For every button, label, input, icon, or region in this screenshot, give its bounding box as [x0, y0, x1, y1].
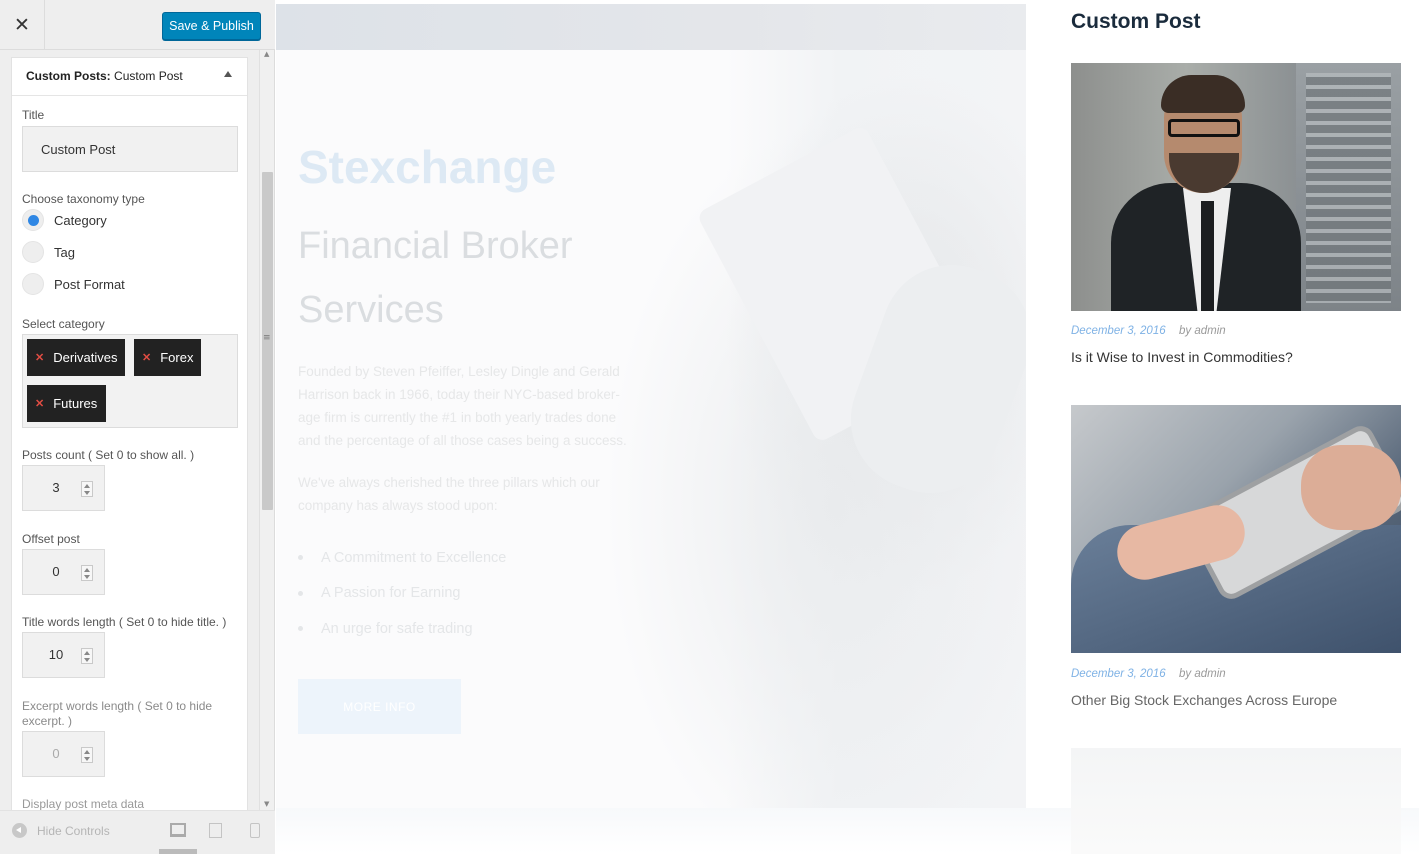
post-author[interactable]: by admin [1179, 668, 1226, 680]
radio-label: Post Format [54, 276, 125, 292]
excerpt-words-stepper[interactable]: 0 [22, 731, 105, 777]
hero-section: Stexchange Financial Broker Services Fou… [276, 4, 1026, 808]
desktop-preview-icon[interactable] [170, 823, 186, 837]
spin-arrows-icon[interactable] [81, 565, 93, 581]
remove-chip-icon[interactable]: ✕ [142, 351, 151, 364]
spin-arrows-icon[interactable] [81, 481, 93, 497]
taxonomy-label: Choose taxonomy type [22, 192, 145, 206]
tablet-preview-icon[interactable] [209, 823, 222, 838]
save-publish-button[interactable]: Save & Publish [162, 12, 261, 40]
title-words-stepper[interactable]: 10 [22, 632, 105, 678]
post-author[interactable]: by admin [1179, 325, 1226, 337]
hero-paragraph: Founded by Steven Pfeiffer, Lesley Dingl… [298, 364, 627, 448]
radio-label: Category [54, 212, 107, 228]
post-thumbnail[interactable] [1071, 63, 1401, 311]
radio-checked-icon[interactable] [22, 209, 44, 231]
pillars-list: A Commitment to Excellence A Passion for… [298, 540, 506, 647]
radio-unchecked-icon[interactable] [22, 241, 44, 263]
category-chip: ✕ Futures [27, 385, 106, 422]
category-chip: ✕ Derivatives [27, 339, 125, 376]
list-item: A Commitment to Excellence [298, 540, 506, 576]
scroll-down-icon[interactable]: ▼ [264, 800, 269, 808]
hide-controls-button[interactable]: Hide Controls [12, 823, 110, 838]
chip-label: Forex [160, 350, 194, 365]
stepper-value: 10 [48, 647, 64, 662]
scroll-grip-icon: ≡ [263, 333, 271, 343]
more-info-button[interactable]: MORE INFO [298, 679, 461, 734]
category-select[interactable]: ✕ Derivatives ✕ Forex ✕ Futures [22, 334, 238, 428]
posts-count-stepper[interactable]: 3 [22, 465, 105, 511]
category-chip: ✕ Forex [134, 339, 201, 376]
mobile-preview-icon[interactable] [250, 823, 260, 838]
title-label: Title [22, 108, 45, 122]
customizer-footer: Hide Controls [0, 810, 275, 854]
stepper-value: 0 [52, 564, 60, 579]
hero-heading: Financial Broker Services [298, 225, 573, 331]
post-thumbnail-faded[interactable] [1071, 748, 1401, 854]
category-label: Select category [22, 317, 105, 331]
offset-stepper[interactable]: 0 [22, 549, 105, 595]
post-title-link[interactable]: Other Big Stock Exchanges Across Europe [1071, 692, 1337, 708]
radio-category[interactable]: Category [22, 209, 107, 231]
posts-count-label: Posts count ( Set 0 to show all. ) [22, 448, 195, 462]
collapse-circle-icon [12, 823, 27, 838]
remove-chip-icon[interactable]: ✕ [35, 351, 44, 364]
widget-title: Custom Post [1071, 10, 1201, 33]
hero-top-image [276, 4, 1026, 50]
customizer-sidebar: ✕ Save & Publish Custom Posts: Custom Po… [0, 0, 275, 854]
chip-label: Derivatives [53, 350, 118, 365]
title-words-label: Title words length ( Set 0 to hide title… [22, 615, 227, 629]
hero-paragraph: We've always cherished the three pillars… [298, 475, 600, 513]
meta-label: Display post meta data [22, 797, 145, 810]
site-preview: Stexchange Financial Broker Services Fou… [276, 0, 1419, 854]
remove-chip-icon[interactable]: ✕ [35, 397, 44, 410]
excerpt-label: Excerpt words length ( Set 0 to hide exc… [22, 699, 213, 728]
scroll-up-icon[interactable]: ▲ [264, 50, 269, 58]
hero-brand: Stexchange [298, 141, 557, 193]
active-device-indicator [159, 849, 197, 854]
radio-post-format[interactable]: Post Format [22, 273, 125, 295]
section-header[interactable]: Custom Posts: Custom Post [12, 58, 247, 96]
post-title-link[interactable]: Is it Wise to Invest in Commodities? [1071, 349, 1293, 365]
close-icon[interactable]: ✕ [0, 0, 45, 50]
radio-unchecked-icon[interactable] [22, 273, 44, 295]
spin-arrows-icon[interactable] [81, 648, 93, 664]
list-item: An urge for safe trading [298, 611, 506, 647]
radio-tag[interactable]: Tag [22, 241, 75, 263]
controls-scroll-area: Custom Posts: Custom Post Title Custom P… [0, 50, 275, 810]
title-input[interactable]: Custom Post [22, 126, 238, 172]
chip-label: Futures [53, 396, 98, 411]
stepper-value: 0 [52, 746, 60, 761]
sidebar-scrollbar[interactable]: ▲ ≡ ▼ [259, 50, 274, 810]
section-title-prefix: Custom Posts: [26, 69, 111, 83]
collapse-arrow-icon[interactable] [224, 71, 232, 77]
section-title: Custom Post [110, 69, 183, 83]
radio-label: Tag [54, 244, 75, 260]
post-date[interactable]: December 3, 2016 [1071, 668, 1166, 680]
offset-label: Offset post [22, 532, 80, 546]
spin-arrows-icon[interactable] [81, 747, 93, 763]
customizer-header: ✕ Save & Publish [0, 0, 275, 50]
hide-controls-label: Hide Controls [37, 823, 110, 838]
custom-posts-section: Custom Posts: Custom Post Title Custom P… [11, 57, 248, 810]
stepper-value: 3 [52, 480, 60, 495]
post-date[interactable]: December 3, 2016 [1071, 325, 1166, 337]
list-item: A Passion for Earning [298, 576, 506, 612]
post-thumbnail[interactable] [1071, 405, 1401, 653]
